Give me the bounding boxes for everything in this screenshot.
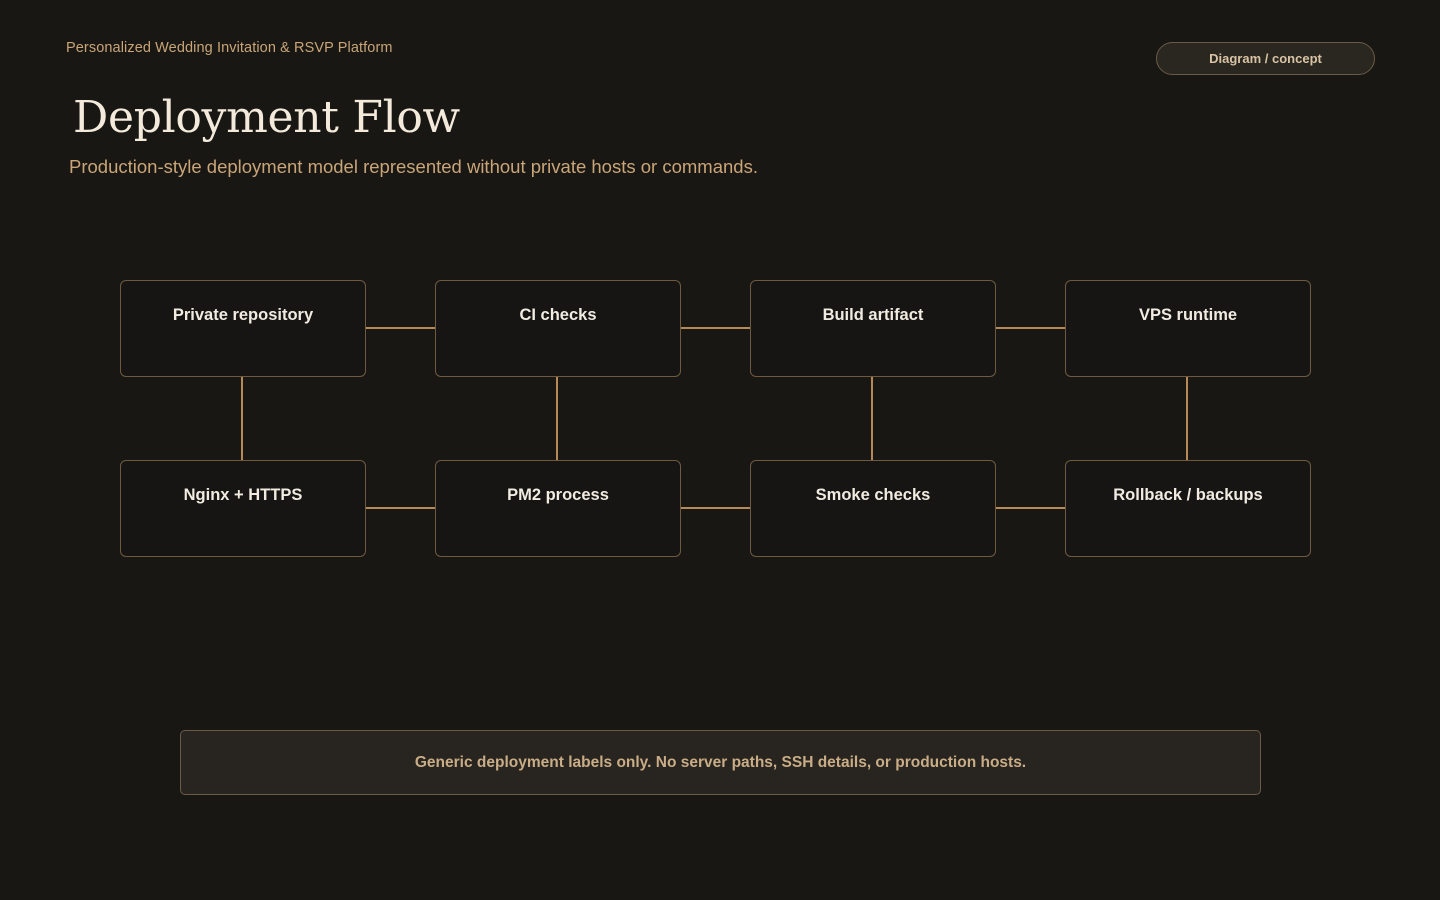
edge-ci-pm2 [556, 377, 558, 460]
edge-nginx-pm2 [366, 507, 435, 509]
node-nginx-https: Nginx + HTTPS [120, 460, 366, 557]
edge-smoke-rollback [996, 507, 1065, 509]
node-rollback-backups: Rollback / backups [1065, 460, 1311, 557]
edge-build-smoke [871, 377, 873, 460]
node-pm2-process: PM2 process [435, 460, 681, 557]
node-ci-checks: CI checks [435, 280, 681, 377]
node-private-repository: Private repository [120, 280, 366, 377]
footer-note: Generic deployment labels only. No serve… [180, 730, 1261, 795]
node-build-artifact: Build artifact [750, 280, 996, 377]
node-vps-runtime: VPS runtime [1065, 280, 1311, 377]
edge-pm2-smoke [681, 507, 750, 509]
edge-build-vps [996, 327, 1065, 329]
edge-repository-ci [366, 327, 435, 329]
edge-repository-nginx [241, 377, 243, 460]
edge-vps-rollback [1186, 377, 1188, 460]
node-smoke-checks: Smoke checks [750, 460, 996, 557]
edge-ci-build [681, 327, 750, 329]
